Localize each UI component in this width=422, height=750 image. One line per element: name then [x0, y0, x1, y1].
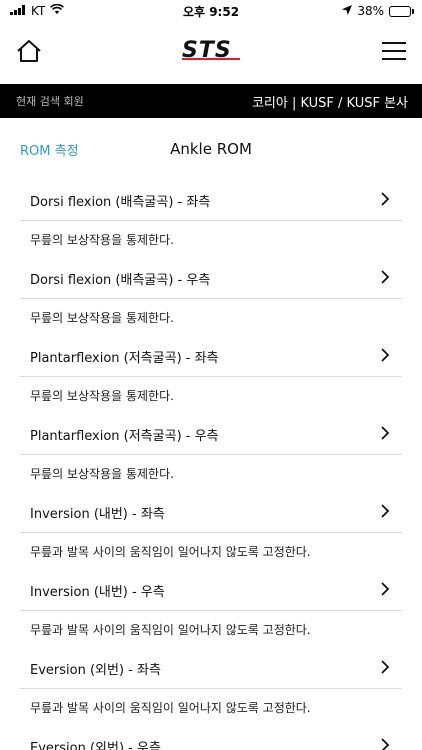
list-item-description: 무릎의 보상작용을 통제한다.	[30, 233, 174, 247]
nav-row: ROM 측정 Ankle ROM	[0, 118, 422, 180]
list-item-description: 무릎과 발목 사이의 움직임이 일어나지 않도록 고정한다.	[30, 701, 311, 715]
list-item-header[interactable]: Eversion (외번) - 우측	[20, 726, 402, 750]
chevron-right-icon[interactable]	[378, 269, 392, 288]
chevron-right-icon[interactable]	[378, 191, 392, 210]
list-item-description: 무릎의 보상작용을 통제한다.	[30, 389, 174, 403]
member-label: 현재 검색 회원	[16, 95, 84, 108]
list-item-title: Inversion (내번) - 우측	[30, 584, 165, 600]
sts-logo[interactable]: STS	[180, 38, 242, 67]
list-item-description: 무릎의 보상작용을 통제한다.	[30, 467, 174, 481]
list-item-header[interactable]: Plantarflexion (저측굴곡) - 좌측	[20, 336, 402, 376]
list-item[interactable]: Plantarflexion (저측굴곡) - 우측	[20, 414, 402, 455]
list-item-title: Plantarflexion (저측굴곡) - 좌측	[30, 350, 219, 366]
member-location[interactable]: 코리아 | KUSF / KUSF 본사	[252, 92, 408, 111]
list-item[interactable]: Inversion (내번) - 우측	[20, 570, 402, 611]
list-item-title: Eversion (외번) - 좌측	[30, 662, 161, 678]
logo-text: STS	[182, 39, 232, 61]
status-left: KT	[10, 3, 65, 18]
rom-list: Dorsi flexion (배측굴곡) - 좌측무릎의 보상작용을 통제한다.…	[0, 180, 422, 750]
app-header: STS	[0, 22, 422, 84]
chevron-right-icon[interactable]	[378, 737, 392, 750]
carrier-name: KT	[31, 4, 46, 18]
list-item[interactable]: Dorsi flexion (배측굴곡) - 우측	[20, 258, 402, 299]
battery-icon	[389, 5, 414, 17]
list-item-header[interactable]: Inversion (내번) - 우측	[20, 570, 402, 610]
list-item-header[interactable]: Inversion (내번) - 좌측	[20, 492, 402, 532]
list-item-header[interactable]: Dorsi flexion (배측굴곡) - 우측	[20, 258, 402, 298]
list-item-description: 무릎과 발목 사이의 움직임이 일어나지 않도록 고정한다.	[30, 545, 311, 559]
chevron-right-icon[interactable]	[378, 581, 392, 600]
list-item[interactable]: Dorsi flexion (배측굴곡) - 좌측	[20, 180, 402, 221]
wifi-icon	[50, 3, 65, 18]
signal-icon	[10, 4, 26, 18]
chevron-right-icon[interactable]	[378, 425, 392, 444]
list-item-title: Dorsi flexion (배측굴곡) - 좌측	[30, 194, 211, 210]
status-bar: KT 오후 9:52 38%	[0, 0, 422, 22]
page-title: Ankle ROM	[170, 140, 252, 158]
location-arrow-icon	[342, 4, 353, 18]
list-item[interactable]: Eversion (외번) - 좌측	[20, 648, 402, 689]
status-right: 38%	[342, 4, 414, 18]
list-item-title: Inversion (내번) - 좌측	[30, 506, 165, 522]
list-item[interactable]: Inversion (내번) - 좌측	[20, 492, 402, 533]
chevron-right-icon[interactable]	[378, 347, 392, 366]
list-item-header[interactable]: Plantarflexion (저측굴곡) - 우측	[20, 414, 402, 454]
list-item-description: 무릎과 발목 사이의 움직임이 일어나지 않도록 고정한다.	[30, 623, 311, 637]
list-item-header[interactable]: Eversion (외번) - 좌측	[20, 648, 402, 688]
list-item[interactable]: Plantarflexion (저측굴곡) - 좌측	[20, 336, 402, 377]
list-item[interactable]: Eversion (외번) - 우측	[20, 726, 402, 750]
list-item-title: Dorsi flexion (배측굴곡) - 우측	[30, 272, 211, 288]
list-item-title: Eversion (외번) - 우측	[30, 740, 161, 750]
rom-back-link[interactable]: ROM 측정	[20, 140, 79, 159]
battery-percent: 38%	[357, 4, 384, 18]
menu-icon[interactable]	[382, 41, 406, 65]
list-item-header[interactable]: Dorsi flexion (배측굴곡) - 좌측	[20, 180, 402, 220]
home-icon[interactable]	[16, 39, 42, 67]
chevron-right-icon[interactable]	[378, 503, 392, 522]
chevron-right-icon[interactable]	[378, 659, 392, 678]
list-item-description: 무릎의 보상작용을 통제한다.	[30, 311, 174, 325]
list-item-title: Plantarflexion (저측굴곡) - 우측	[30, 428, 219, 444]
member-bar: 현재 검색 회원 코리아 | KUSF / KUSF 본사	[0, 84, 422, 118]
